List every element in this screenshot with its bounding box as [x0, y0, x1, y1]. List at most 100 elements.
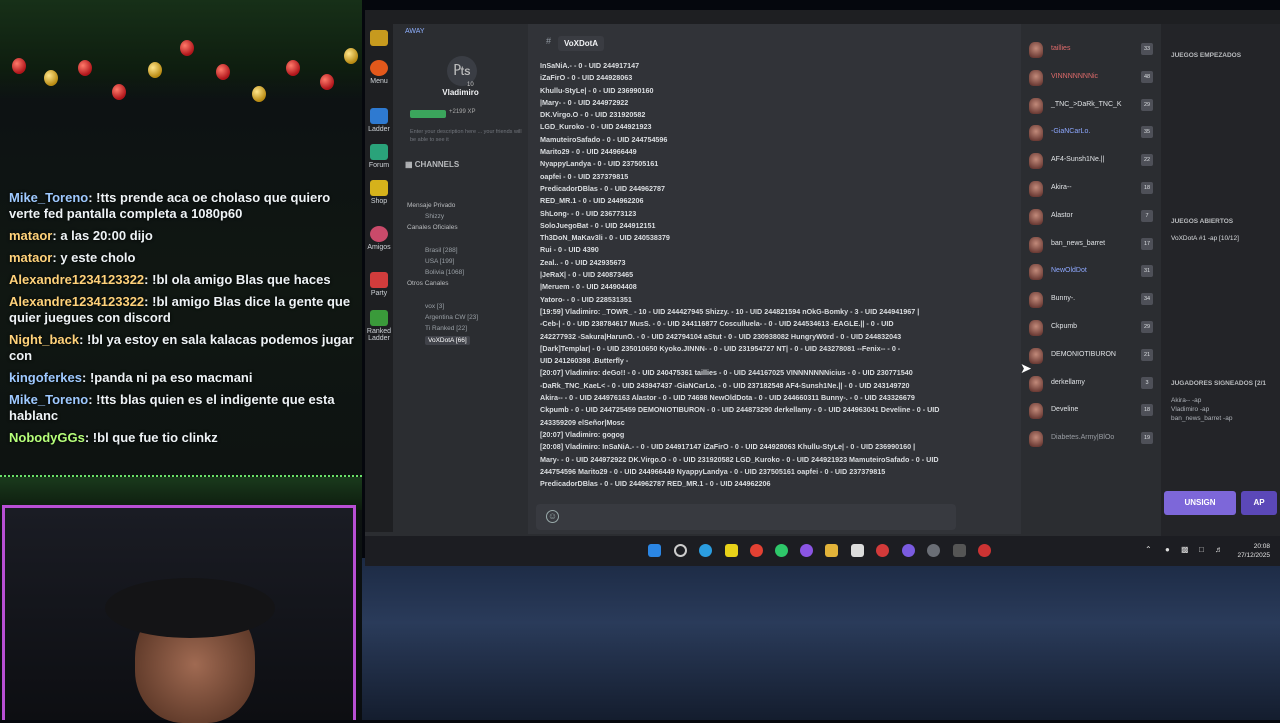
keyboard-icon[interactable]: ▩: [1181, 545, 1189, 554]
channel-group[interactable]: Mensaje Privado: [407, 202, 455, 209]
app-icon[interactable]: [927, 544, 940, 557]
user-list-item[interactable]: Akira-- 18: [1027, 177, 1155, 201]
user-name: Develine: [1051, 406, 1079, 414]
user-list-item[interactable]: taillies 33: [1027, 38, 1155, 62]
user-list-item[interactable]: NewOldDot 31: [1027, 260, 1155, 284]
edge-icon[interactable]: [699, 544, 712, 557]
chat-message: Ckpumb - 0 - UID 244725459 DEMONIOTIBURO…: [540, 405, 940, 415]
chat-message: Rui - 0 - UID 4390: [540, 245, 599, 255]
channel-item[interactable]: vox [3]: [425, 303, 444, 310]
user-list-item[interactable]: _TNC_>DaRk_TNC_K 29: [1027, 94, 1155, 118]
network-icon[interactable]: □: [1199, 545, 1204, 554]
user-list-item[interactable]: Bunny-. 34: [1027, 288, 1155, 312]
message-list[interactable]: InSaNiA.- - 0 - UID 244917147 iZaFirO - 0…: [540, 60, 1010, 500]
avatar: [1029, 97, 1043, 114]
user-level-badge: 18: [1141, 182, 1153, 194]
user-level-badge: 19: [1141, 432, 1153, 445]
desktop-wallpaper: [362, 558, 1280, 720]
user-list-item[interactable]: VINNNNNNNic 48: [1027, 66, 1155, 90]
discord-icon[interactable]: [902, 544, 915, 557]
sidebar-item-menu[interactable]: Menu: [365, 60, 393, 85]
user-level-badge: 29: [1141, 98, 1153, 111]
channel-item[interactable]: Ti Ranked [22]: [425, 325, 467, 332]
user-level-badge: 48: [1141, 70, 1153, 83]
user-list-item[interactable]: DEMONIOTIBURON 21: [1027, 344, 1155, 368]
volume-icon[interactable]: ♬: [1215, 545, 1223, 554]
user-list-item[interactable]: -GiaNCarLo. 35: [1027, 121, 1155, 145]
channel-item[interactable]: Bolivia [1068]: [425, 269, 464, 276]
sidebar-item-forum[interactable]: Forum: [365, 144, 393, 169]
app-icon[interactable]: [953, 544, 966, 557]
sidebar-item-shop[interactable]: Shop: [365, 180, 393, 205]
chat-message: SoloJuegoBat - 0 - UID 244912151: [540, 220, 656, 230]
games-panel: JUEGOS EMPEZADOS JUEGOS ABIERTOS VoXDotA…: [1161, 24, 1280, 558]
user-level-badge: 33: [1141, 43, 1153, 55]
logo-icon[interactable]: [365, 30, 393, 48]
ornament-icon: [286, 60, 300, 76]
clock[interactable]: 20:08 27/12/2025: [1237, 542, 1270, 560]
channel-item[interactable]: USA [199]: [425, 258, 454, 265]
channel-group[interactable]: Otros Canales: [407, 280, 449, 287]
user-level-badge: 3: [1141, 376, 1153, 389]
user-name: Diabetes.Army|BlOo: [1051, 434, 1115, 442]
chat-message: |Meruem - 0 - UID 244904408: [540, 282, 637, 292]
channel-item[interactable]: Brasil [288]: [425, 247, 458, 254]
user-list-item[interactable]: Diabetes.Army|BlOo 19: [1027, 427, 1155, 451]
folder-icon[interactable]: [825, 544, 838, 557]
chevron-up-icon[interactable]: ⌃: [1145, 545, 1152, 554]
app-icon[interactable]: [800, 544, 813, 557]
store-icon[interactable]: [851, 544, 864, 557]
open-game-item[interactable]: VoXDotA #1 -ap [10/12]: [1171, 235, 1239, 242]
ap-button[interactable]: AP: [1241, 491, 1277, 515]
sidebar-item-party[interactable]: Party: [365, 272, 393, 297]
chat-message: PredicadorDBlas - 0 - UID 244962787: [540, 183, 666, 193]
chat-message: [20:07] Vladimiro: deGo!! - 0 - UID 2404…: [540, 368, 913, 378]
obs-icon[interactable]: [978, 544, 991, 557]
chat-username: kingoferkes: [9, 370, 82, 385]
channel-item[interactable]: VoXDotA [66]: [425, 336, 470, 345]
channel-group[interactable]: Canales Oficiales: [407, 224, 458, 231]
user-list-item[interactable]: AF4-Sunsh1Ne.|| 22: [1027, 149, 1155, 173]
status-badge[interactable]: AWAY: [405, 28, 425, 35]
sidebar-item-ranked-ladder[interactable]: Ranked Ladder: [365, 310, 393, 342]
chat-message: UID 241260398 .Butterfly -: [540, 356, 629, 366]
friends-icon: [370, 226, 388, 242]
chat-username: NobodyGGs: [9, 430, 85, 445]
mouse-cursor: ➤: [1020, 360, 1032, 376]
search-icon[interactable]: [674, 544, 687, 557]
signed-player: Vladimiro -ap: [1171, 406, 1210, 413]
chat-message: [20:07] Vladimiro: gogog: [540, 429, 625, 439]
channel-panel: AWAY ₧ 10 Vladimiro +2199 XP Enter your …: [393, 24, 528, 532]
user-list-item[interactable]: ban_news_barret 17: [1027, 233, 1155, 257]
unsign-button[interactable]: UNSIGN: [1164, 491, 1236, 515]
avatar: [1029, 403, 1043, 420]
emoji-icon[interactable]: ☺: [546, 510, 559, 523]
channel-item[interactable]: Argentina CW [23]: [425, 314, 478, 321]
sidebar-item-amigos[interactable]: Amigos: [365, 226, 393, 251]
windows-start-icon[interactable]: [648, 544, 661, 557]
chrome-icon[interactable]: [750, 544, 763, 557]
game-client-icon[interactable]: [876, 544, 889, 557]
mic-icon[interactable]: ●: [1165, 545, 1170, 554]
user-list-item[interactable]: Alastor 7: [1027, 205, 1155, 229]
profile-description[interactable]: Enter your description here ... your fri…: [410, 128, 522, 144]
xp-progress-bar: [410, 110, 446, 118]
chat-message: NobodyGGs: !bl que fue tio clinkz: [9, 430, 218, 445]
stream-chat: Mike_Toreno: !tts prende aca oe cholaso …: [0, 188, 362, 450]
message-input[interactable]: ☺: [536, 504, 956, 530]
ornament-icon: [180, 40, 194, 56]
whatsapp-icon[interactable]: [775, 544, 788, 557]
notes-icon[interactable]: [725, 544, 738, 557]
user-name: VINNNNNNNic: [1051, 72, 1099, 80]
chat-message: PredicadorDBlas - 0 - UID 244962787 RED_…: [540, 479, 771, 489]
chat-username: Night_back: [9, 332, 80, 347]
user-list-item[interactable]: Ckpumb 29: [1027, 316, 1155, 340]
chat-message: Alexandre1234123322: !bl ola amigo Blas …: [9, 272, 331, 287]
channel-item[interactable]: Shizzy: [425, 213, 444, 220]
sidebar-item-ladder[interactable]: Ladder: [365, 108, 393, 133]
chat-message: ShLong- - 0 - UID 236773123: [540, 208, 637, 218]
ornament-icon: [112, 84, 126, 100]
chat-message: Th3DoN_MaKav3li - 0 - UID 240538379: [540, 233, 670, 243]
user-list-item[interactable]: Develine 18: [1027, 399, 1155, 423]
user-list-item[interactable]: derkellamy 3: [1027, 372, 1155, 396]
